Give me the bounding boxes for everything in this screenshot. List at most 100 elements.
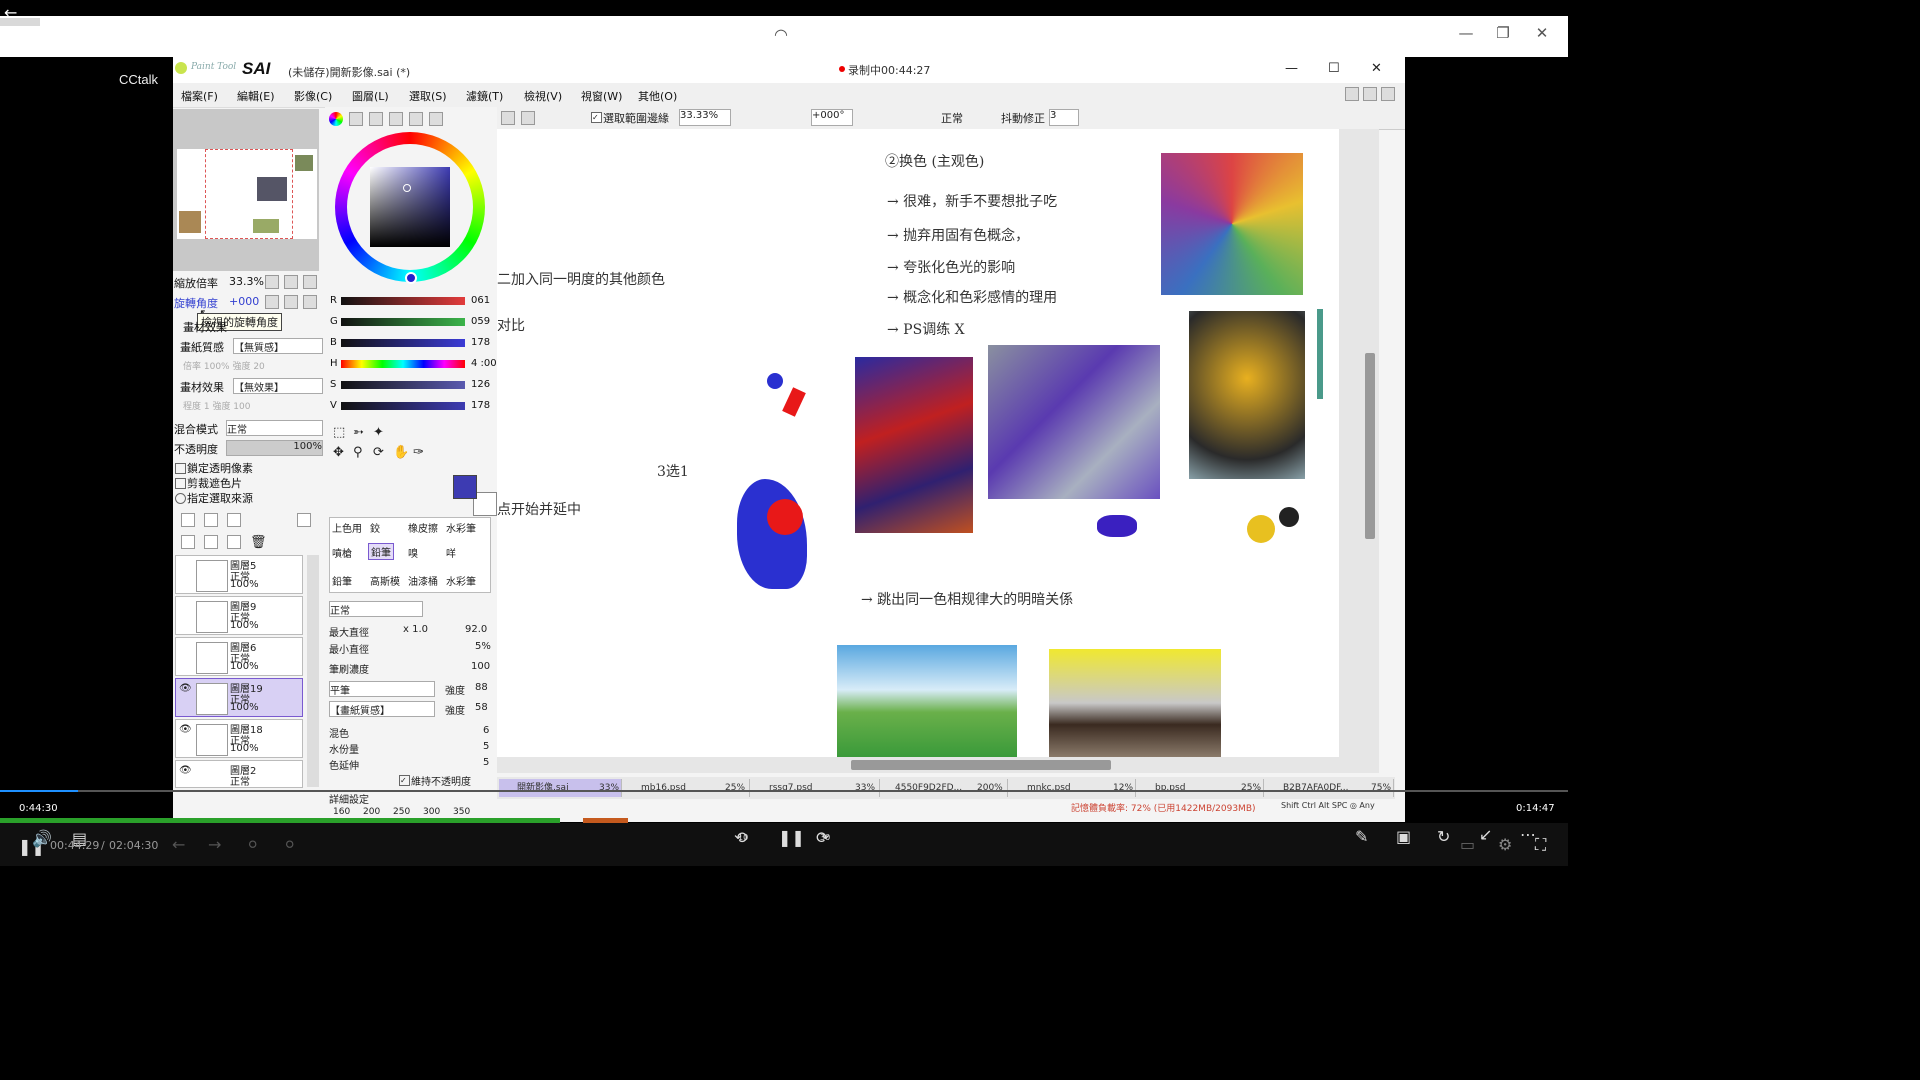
tool-label[interactable]: 嗅: [408, 545, 418, 560]
brush-size-preset[interactable]: 250: [393, 807, 410, 817]
tool-label[interactable]: 上色用: [332, 520, 362, 535]
brush-size-preset[interactable]: 300: [423, 807, 440, 817]
tool-label[interactable]: 水彩筆: [446, 573, 476, 588]
blend-mode-select[interactable]: 正常: [226, 420, 323, 436]
screen-icon[interactable]: ▭: [1460, 835, 1475, 854]
tool-label[interactable]: 噴槍: [332, 545, 352, 560]
brush-shape-select[interactable]: 平筆: [329, 681, 435, 697]
back-button[interactable]: ←: [4, 1, 38, 25]
tool-label[interactable]: 咩: [446, 545, 456, 560]
menu-layer[interactable]: 圖層(L): [352, 88, 389, 104]
layer-mask-button[interactable]: [297, 513, 311, 527]
sai-maximize-button[interactable]: ☐: [1328, 61, 1340, 76]
mixer-mode-icon[interactable]: [429, 112, 443, 126]
document-tab[interactable]: mb16.psd 25%: [625, 779, 750, 797]
max-size-multiplier[interactable]: x 1.0: [403, 624, 428, 635]
layer-item[interactable]: 👁 圖層18 正常 100%: [175, 719, 303, 758]
menu-file[interactable]: 檔案(F): [181, 88, 218, 104]
document-tab[interactable]: mnkc.psd 12%: [1011, 779, 1136, 797]
effect-select[interactable]: 【無效果】: [233, 378, 323, 394]
tool-label[interactable]: 高斯模: [370, 573, 400, 588]
min-size-value[interactable]: 5%: [475, 641, 491, 652]
document-tab[interactable]: B2B7AFA0DF... 75%: [1267, 779, 1394, 797]
menu-image[interactable]: 影像(C): [294, 88, 332, 104]
mdi-close-button[interactable]: [1381, 87, 1395, 101]
vr-360-icon[interactable]: ↻: [1437, 827, 1450, 846]
detail-settings-toggle[interactable]: 詳細設定: [329, 791, 369, 806]
pip-icon[interactable]: ▣: [1396, 827, 1411, 846]
next-icon[interactable]: →: [208, 835, 221, 854]
horizontal-scroll-thumb[interactable]: [851, 760, 1111, 770]
hue-handle[interactable]: [405, 272, 417, 284]
select-rect-icon[interactable]: ⬚: [333, 425, 345, 440]
layer-scrollbar[interactable]: [307, 555, 319, 787]
copy-layer-button[interactable]: [181, 535, 195, 549]
forward-5-icon[interactable]: ⚪: [283, 835, 296, 854]
pause-icon[interactable]: ❚❚: [778, 828, 805, 847]
settings-gear-icon[interactable]: ⚙: [1498, 835, 1512, 854]
toolbar-mode[interactable]: 正常: [941, 110, 963, 126]
b-slider[interactable]: [341, 339, 465, 347]
lock-alpha-checkbox[interactable]: [175, 463, 186, 474]
brush-size-preset[interactable]: 160: [333, 807, 350, 817]
selection-edge-checkbox[interactable]: ✓: [591, 112, 602, 123]
brush-size-preset[interactable]: 350: [453, 807, 470, 817]
document-tab[interactable]: rssg7.psd 33%: [753, 779, 880, 797]
shape-strength-value[interactable]: 88: [475, 682, 488, 693]
new-linework-layer-button[interactable]: [204, 513, 218, 527]
toolbar-button[interactable]: [521, 111, 535, 125]
mix-value[interactable]: 6: [483, 725, 489, 736]
layer-item-selected[interactable]: 👁 圖層19 正常 100%: [175, 678, 303, 717]
rgb-slider-mode-icon[interactable]: [349, 112, 363, 126]
new-layer-button[interactable]: [181, 513, 195, 527]
menu-window[interactable]: 視窗(W): [581, 88, 622, 104]
more-icon[interactable]: ⋯: [1520, 825, 1536, 844]
opacity-slider[interactable]: 100%: [226, 440, 323, 456]
zoom-out-button[interactable]: [265, 275, 279, 289]
zoom-icon[interactable]: ⚲: [353, 445, 363, 460]
menu-other[interactable]: 其他(O): [638, 88, 677, 104]
menu-filter[interactable]: 濾鏡(T): [466, 88, 503, 104]
density-value[interactable]: 100: [471, 661, 490, 672]
color-picker-handle[interactable]: [403, 184, 411, 192]
tool-label[interactable]: 油漆桶: [408, 573, 438, 588]
eye-icon[interactable]: 👁: [179, 683, 192, 694]
stabilizer-field[interactable]: 3: [1049, 109, 1079, 126]
sai-minimize-button[interactable]: —: [1285, 61, 1298, 76]
navigator-panel[interactable]: [173, 109, 319, 271]
video-progress-track[interactable]: [0, 790, 1568, 792]
merge-down-button[interactable]: [204, 535, 218, 549]
h-slider[interactable]: [341, 360, 465, 368]
paper-texture-select[interactable]: 【無質感】: [233, 338, 323, 354]
saturation-value-square[interactable]: [370, 167, 450, 247]
toolbar-button[interactable]: [501, 111, 515, 125]
annotate-pen-icon[interactable]: ✎: [1355, 827, 1368, 846]
mdi-restore-button[interactable]: [1363, 87, 1377, 101]
move-icon[interactable]: ✥: [333, 445, 344, 460]
max-size-value[interactable]: 92.0: [465, 624, 487, 635]
vertical-scroll-thumb[interactable]: [1365, 353, 1375, 539]
menu-select[interactable]: 選取(S): [409, 88, 447, 104]
shrink-icon[interactable]: ↙: [1479, 825, 1492, 844]
clear-layer-button[interactable]: [227, 535, 241, 549]
previous-icon[interactable]: ←: [172, 835, 185, 854]
swatch-mode-icon[interactable]: [389, 112, 403, 126]
tool-label[interactable]: 鉸: [370, 520, 380, 535]
scratchpad-mode-icon[interactable]: [409, 112, 423, 126]
mdi-minimize-button[interactable]: [1345, 87, 1359, 101]
layer-item[interactable]: 圖層9 正常 100%: [175, 596, 303, 635]
extend-value[interactable]: 5: [483, 757, 489, 768]
layer-item[interactable]: 👁 圖層2 正常: [175, 760, 303, 788]
brush-mode-select[interactable]: 正常: [329, 601, 423, 617]
zoom-value[interactable]: 33.3%: [229, 275, 264, 288]
hsv-slider-mode-icon[interactable]: [369, 112, 383, 126]
water-value[interactable]: 5: [483, 741, 489, 752]
foreground-color-swatch[interactable]: [453, 475, 477, 499]
trash-icon[interactable]: 🗑: [250, 535, 267, 550]
tool-label[interactable]: 橡皮擦: [408, 520, 438, 535]
selection-source-radio[interactable]: [175, 493, 186, 504]
close-button[interactable]: ✕: [1527, 20, 1557, 46]
video-frame[interactable]: CCtalk Paint Tool SAI (未儲存)開新影像.sai (*) …: [0, 57, 1568, 822]
keep-opacity-checkbox[interactable]: ✓: [399, 775, 410, 786]
fullscreen-icon[interactable]: ⛶: [1535, 835, 1546, 855]
